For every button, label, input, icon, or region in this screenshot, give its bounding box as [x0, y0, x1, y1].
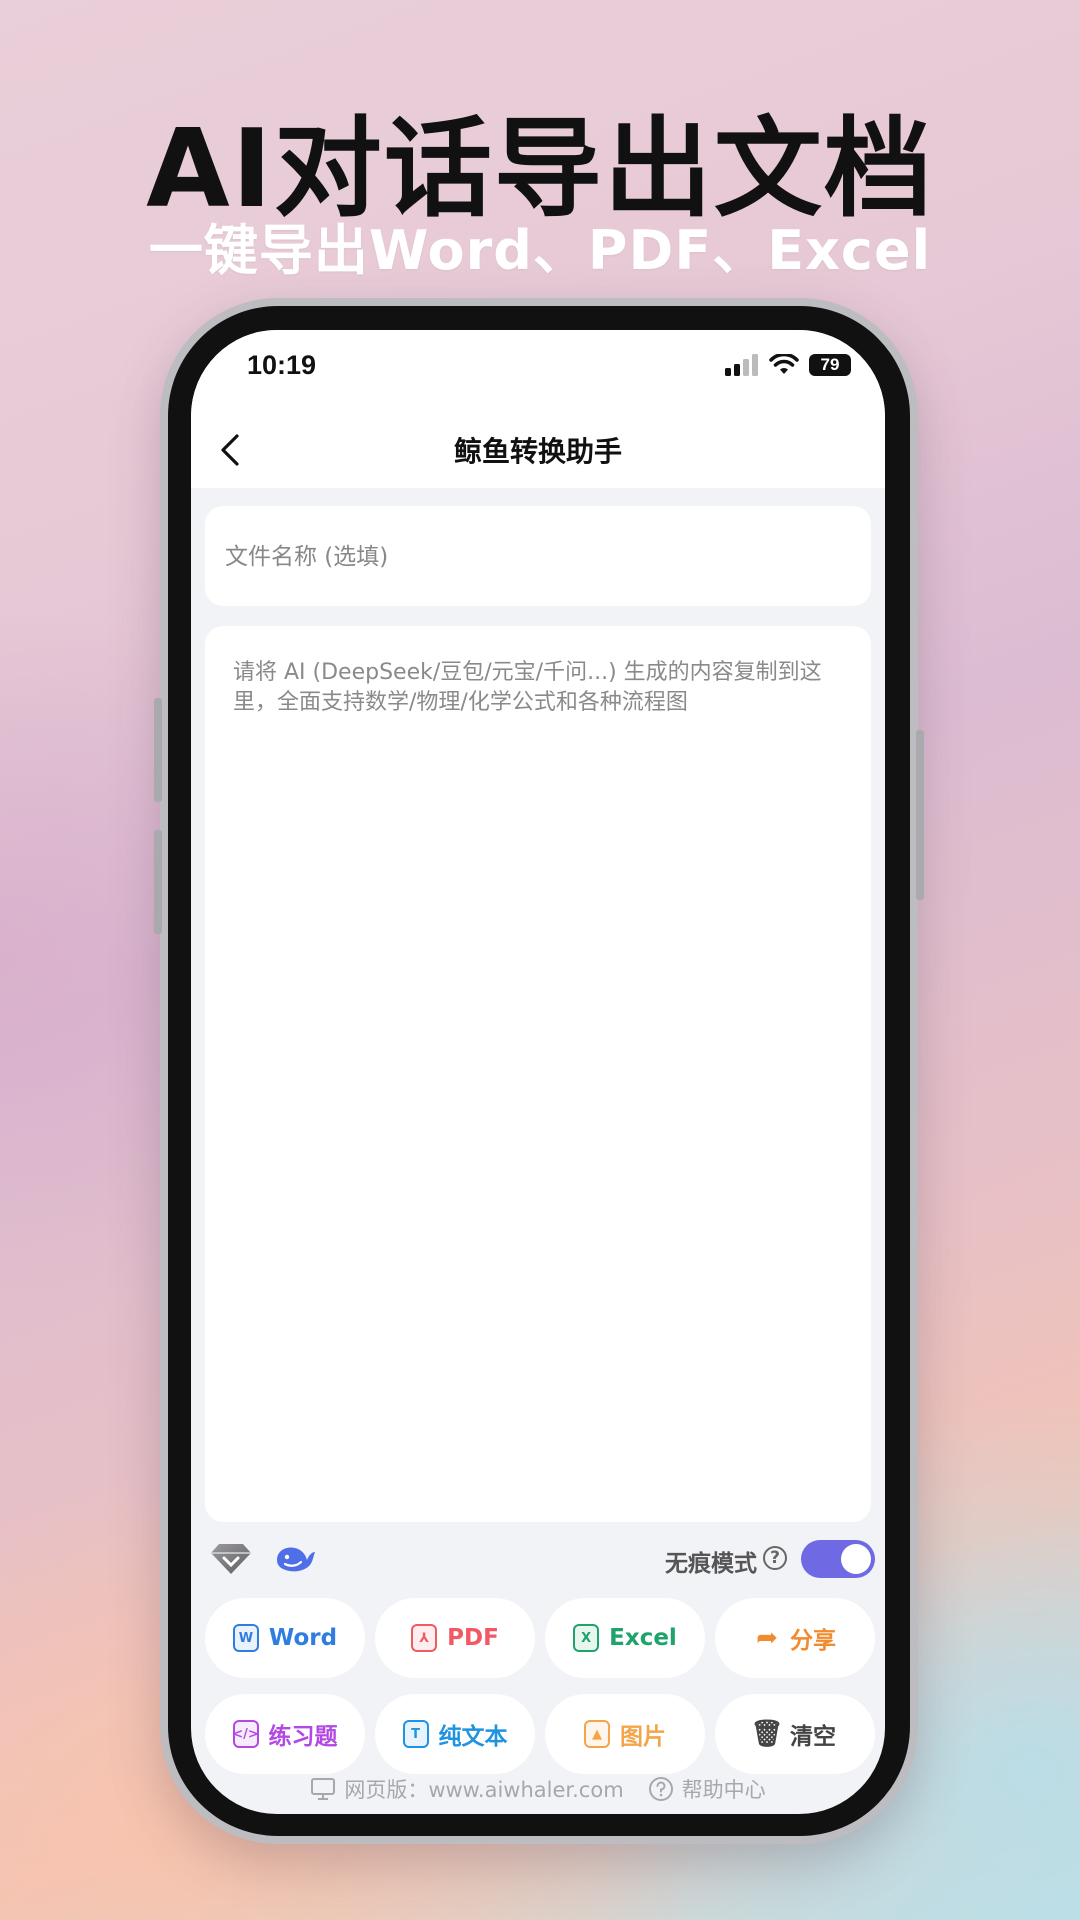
filename-card [205, 506, 871, 606]
pdf-button[interactable]: ⅄ PDF [375, 1598, 535, 1678]
web-version-link[interactable]: 网页版：www.aiwhaler.com [310, 1774, 624, 1804]
web-version-label: 网页版：www.aiwhaler.com [344, 1778, 624, 1802]
power-button [916, 730, 924, 900]
action-label: 图片 [620, 1724, 666, 1750]
app-screen: 10:19 79 鲸鱼转换助手 文件名称 (选填) 请将 AI (DeepSee… [191, 330, 885, 1814]
status-bar: 10:19 79 [191, 330, 885, 410]
trash-button[interactable]: 🗑 清空 [715, 1694, 875, 1774]
footer: 网页版：www.aiwhaler.com 帮助中心 [191, 1774, 885, 1804]
volume-up-button [154, 698, 162, 802]
text-icon: T [402, 1720, 429, 1748]
battery-icon: 79 [809, 354, 851, 376]
text-button[interactable]: T 纯文本 [375, 1694, 535, 1774]
excel-icon: X [573, 1624, 600, 1652]
stealth-mode-label: 无痕模式 [665, 1551, 757, 1577]
action-label: Word [268, 1625, 338, 1651]
help-question-icon[interactable]: ? [763, 1546, 787, 1570]
share-icon: ➦ [756, 1623, 778, 1653]
action-label: 清空 [790, 1724, 836, 1750]
image-icon: ▲ [584, 1720, 610, 1748]
question-circle-icon [648, 1777, 673, 1801]
status-time: 10:19 [247, 350, 317, 380]
toggle-knob [841, 1544, 871, 1574]
whale-icon[interactable] [273, 1538, 317, 1578]
help-center-link[interactable]: 帮助中心 [648, 1774, 766, 1804]
signal-icon [725, 354, 758, 376]
content-card [205, 626, 871, 1522]
share-button[interactable]: ➦ 分享 [715, 1598, 875, 1678]
navbar: 鲸鱼转换助手 [191, 410, 885, 488]
action-label: 分享 [790, 1628, 836, 1654]
page-title: 鲸鱼转换助手 [453, 435, 622, 468]
word-button[interactable]: W Word [205, 1598, 365, 1678]
content-textarea[interactable] [231, 656, 849, 1480]
volume-down-button [154, 830, 162, 934]
word-icon: W [232, 1624, 259, 1652]
action-label: 纯文本 [438, 1724, 508, 1750]
help-center-label: 帮助中心 [681, 1778, 766, 1802]
promo-subline: 一键导出Word、PDF、Excel [148, 219, 932, 282]
toolbar-row: 无痕模式 ? [191, 1534, 885, 1588]
wifi-icon [769, 354, 799, 374]
excel-button[interactable]: X Excel [545, 1598, 705, 1678]
diamond-icon[interactable] [209, 1538, 253, 1578]
image-button[interactable]: ▲ 图片 [545, 1694, 705, 1774]
code-doc-icon: </> [232, 1720, 259, 1748]
filename-input[interactable] [223, 534, 847, 580]
trash-icon: 🗑 [750, 1719, 784, 1749]
action-label: PDF [447, 1625, 499, 1651]
monitor-icon [311, 1778, 336, 1800]
code-doc-button[interactable]: </> 练习题 [205, 1694, 365, 1774]
pdf-icon: ⅄ [411, 1624, 438, 1652]
action-label: 练习题 [268, 1724, 338, 1750]
action-label: Excel [609, 1625, 677, 1651]
stealth-mode-toggle[interactable] [801, 1540, 875, 1578]
